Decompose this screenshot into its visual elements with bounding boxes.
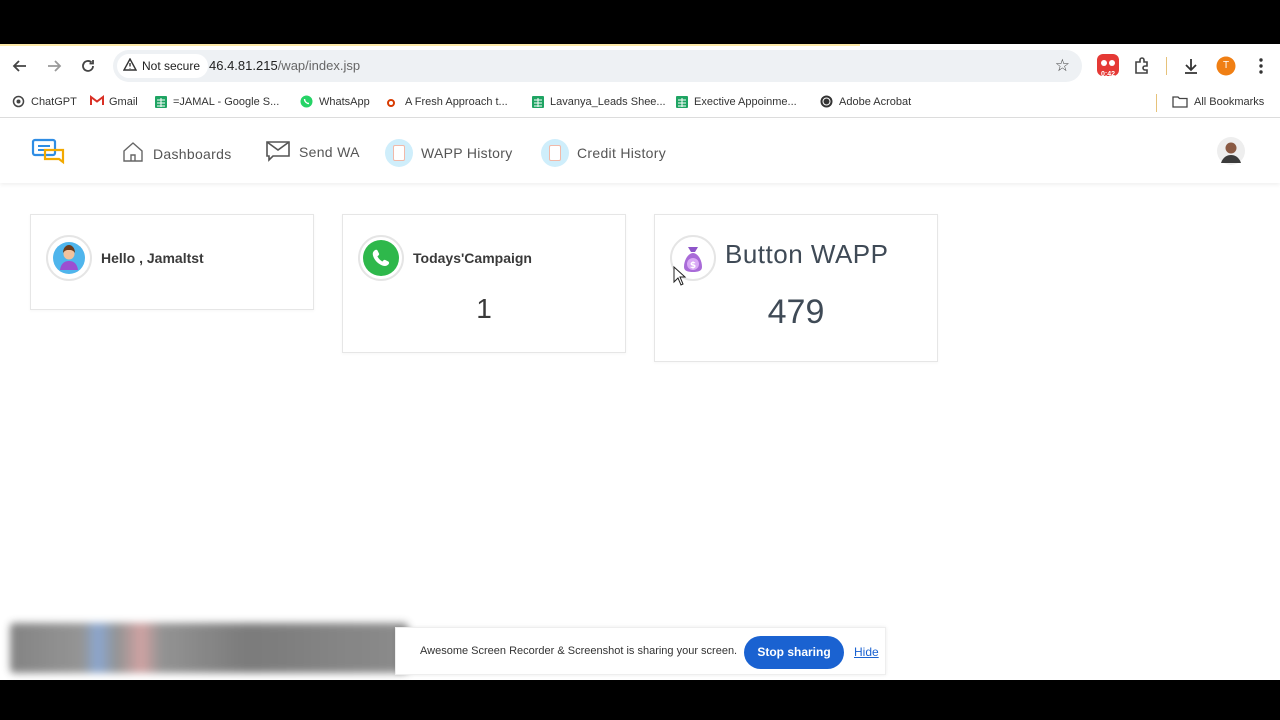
folder-icon <box>1172 95 1188 108</box>
bookmark-label: WhatsApp <box>319 95 370 108</box>
nav-send-wa[interactable]: Send WA <box>265 138 360 165</box>
bookmark-lavanya-leads[interactable]: Lavanya_Leads Shee... <box>531 95 666 108</box>
app-logo-icon[interactable] <box>31 138 67 171</box>
recorder-timer: 0:42 <box>1100 71 1115 78</box>
bookmark-label: A Fresh Approach t... <box>405 95 508 108</box>
mail-icon <box>265 138 291 165</box>
home-icon <box>121 140 145 167</box>
button-wapp-title: Button WAPP <box>725 239 889 269</box>
whatsapp-icon <box>358 235 404 281</box>
whatsapp-icon <box>300 95 313 108</box>
all-bookmarks-button[interactable]: All Bookmarks <box>1172 95 1264 108</box>
bookmark-label: Gmail <box>109 95 138 108</box>
nav-credit-history[interactable]: Credit History <box>541 139 666 167</box>
url-host: 46.4.81.215 <box>209 58 278 73</box>
bookmark-label: =JAMAL - Google S... <box>173 95 280 108</box>
warning-icon <box>122 57 138 74</box>
toolbar-separator <box>1166 57 1167 75</box>
greeting-text: Hello , Jamaltst <box>101 250 204 266</box>
forward-icon[interactable] <box>44 56 64 76</box>
bookmark-jamal-sheet[interactable]: =JAMAL - Google S... <box>154 95 279 108</box>
sharing-message: Awesome Screen Recorder & Screenshot is … <box>420 645 738 657</box>
clipboard-icon <box>541 139 569 167</box>
bookmark-label: Exective Appoinme... <box>694 95 797 108</box>
bookmarks-separator <box>1156 94 1157 112</box>
user-profile-avatar[interactable] <box>1216 136 1246 171</box>
security-label: Not secure <box>142 59 201 73</box>
blurred-preview <box>10 623 408 673</box>
extensions-icon[interactable] <box>1131 55 1153 77</box>
back-icon[interactable] <box>10 56 30 76</box>
nav-dashboards[interactable]: Dashboards <box>121 140 232 167</box>
toolbar-accent-line <box>0 44 860 46</box>
screen-letterbox-top <box>0 0 1280 44</box>
security-chip[interactable]: Not secure <box>117 54 209 78</box>
sheets-icon <box>154 95 167 108</box>
clipboard-icon <box>385 139 413 167</box>
screen-sharing-bar: Awesome Screen Recorder & Screenshot is … <box>395 627 886 675</box>
office-icon <box>386 95 399 108</box>
url-path: /wap/index.jsp <box>277 58 361 73</box>
bookmarks-bar: ChatGPT Gmail =JAMAL - Google S... Whats… <box>0 88 1280 118</box>
mouse-cursor-icon <box>673 265 687 291</box>
download-icon[interactable] <box>1180 55 1202 77</box>
chatgpt-icon <box>12 95 25 108</box>
bookmark-fresh-approach[interactable]: A Fresh Approach t... <box>386 95 508 108</box>
campaign-count: 1 <box>476 293 492 324</box>
address-bar[interactable]: Not secure 46.4.81.215/wap/index.jsp ☆ <box>113 50 1082 82</box>
nav-wapp-history[interactable]: WAPP History <box>385 139 513 167</box>
button-wapp-count: 479 <box>767 293 825 331</box>
gmail-icon <box>90 95 104 108</box>
hide-link[interactable]: Hide <box>854 645 879 659</box>
nav-label: WAPP History <box>421 145 513 161</box>
app-navbar: Dashboards Send WA WAPP History Credit H… <box>0 120 1280 183</box>
todays-campaign-card: Todays'Campaign 1 <box>342 214 626 353</box>
nav-label: Dashboards <box>153 145 232 162</box>
bookmark-label: Adobe Acrobat <box>839 95 912 108</box>
bookmark-chatgpt[interactable]: ChatGPT <box>12 95 77 108</box>
bookmark-star-icon[interactable]: ☆ <box>1055 56 1070 76</box>
browser-window: Not secure 46.4.81.215/wap/index.jsp ☆ 0… <box>0 44 1280 680</box>
svg-text:$: $ <box>690 261 696 271</box>
campaign-title: Todays'Campaign <box>413 250 532 266</box>
nav-label: Send WA <box>299 143 360 160</box>
bookmark-whatsapp[interactable]: WhatsApp <box>300 95 370 108</box>
browser-toolbar: Not secure 46.4.81.215/wap/index.jsp ☆ 0… <box>0 44 1280 88</box>
url-text: 46.4.81.215/wap/index.jsp <box>209 58 360 73</box>
menu-kebab-icon[interactable] <box>1250 55 1272 77</box>
user-avatar-icon <box>46 235 92 281</box>
bookmark-exective-appointment[interactable]: Exective Appoinme... <box>675 95 797 108</box>
bookmark-adobe-acrobat[interactable]: Adobe Acrobat <box>820 95 911 108</box>
globe-icon <box>820 95 833 108</box>
stop-sharing-button[interactable]: Stop sharing <box>744 636 844 669</box>
profile-avatar[interactable]: T <box>1215 55 1237 77</box>
bookmark-label: Lavanya_Leads Shee... <box>550 95 666 108</box>
nav-label: Credit History <box>577 145 666 161</box>
screen-recorder-extension-icon[interactable]: 0:42 <box>1097 54 1119 78</box>
sheets-icon <box>531 95 544 108</box>
reload-icon[interactable] <box>78 56 98 76</box>
bookmark-label: ChatGPT <box>31 95 77 108</box>
profile-initial: T <box>1222 60 1230 71</box>
all-bookmarks-label: All Bookmarks <box>1194 95 1265 108</box>
sheets-icon <box>675 95 688 108</box>
screen-letterbox-bottom <box>0 680 1280 720</box>
bookmark-gmail[interactable]: Gmail <box>90 95 138 108</box>
greeting-card: Hello , Jamaltst <box>30 214 314 310</box>
button-wapp-card: $ Button WAPP 479 <box>654 214 938 362</box>
